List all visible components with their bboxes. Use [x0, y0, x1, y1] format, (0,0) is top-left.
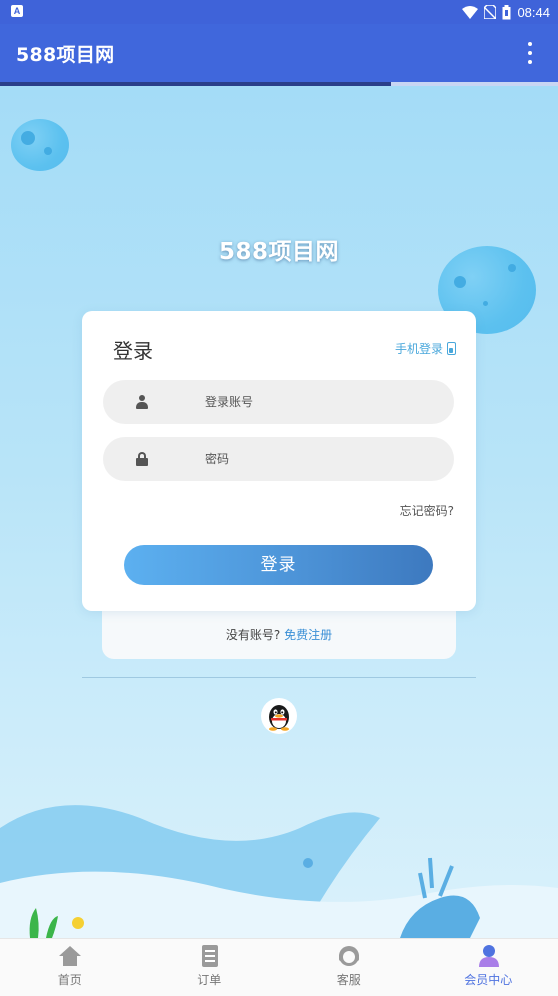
user-icon: [136, 395, 148, 409]
account-placeholder: 登录账号: [205, 395, 254, 409]
password-placeholder: 密码: [205, 452, 230, 466]
nav-home-label: 首页: [57, 973, 82, 987]
forgot-password-link[interactable]: 忘记密码?: [400, 502, 454, 519]
battery-icon: [502, 4, 511, 19]
bottom-nav: 首页 订单 客服 会员中心: [0, 938, 558, 996]
status-bar: A 08:44: [0, 0, 558, 24]
account-input[interactable]: 登录账号: [103, 380, 454, 424]
customer-service-icon: [339, 946, 359, 966]
no-sim-icon: [484, 5, 497, 19]
login-button[interactable]: 登录: [124, 545, 433, 585]
nav-customer-service[interactable]: 客服: [279, 939, 419, 996]
login-page: 588项目网 没有账号? 免费注册 登录 手机登录 登录账号 密码 忘记密码? …: [0, 86, 558, 938]
nav-member-center-label: 会员中心: [464, 973, 513, 987]
app-bar: 588项目网: [0, 24, 558, 82]
brand-title: 588项目网: [218, 239, 339, 265]
wifi-icon: [462, 5, 479, 19]
register-prompt: 没有账号?: [225, 628, 281, 642]
nav-orders-label: 订单: [197, 973, 222, 987]
free-register-link[interactable]: 免费注册: [284, 628, 332, 642]
phone-login-label: 手机登录: [394, 342, 443, 356]
order-icon: [201, 945, 218, 967]
nav-orders[interactable]: 订单: [140, 939, 280, 996]
lock-icon: [136, 452, 148, 466]
divider: [82, 677, 476, 678]
login-card: 登录 手机登录 登录账号 密码 忘记密码? 登录: [82, 311, 476, 611]
qq-login-icon[interactable]: [261, 698, 297, 734]
member-icon: [478, 945, 499, 967]
nav-customer-service-label: 客服: [336, 973, 361, 987]
app-title: 588项目网: [16, 44, 115, 66]
login-title: 登录: [113, 339, 153, 363]
overflow-menu-icon[interactable]: [520, 42, 540, 64]
notification-icon: A: [11, 5, 23, 17]
password-input[interactable]: 密码: [103, 437, 454, 481]
phone-icon: [447, 342, 456, 355]
wave-illustration: [0, 805, 558, 938]
nav-member-center[interactable]: 会员中心: [419, 939, 558, 996]
status-icons: 08:44: [462, 2, 550, 22]
phone-login-link[interactable]: 手机登录: [395, 340, 456, 357]
clock: 08:44: [517, 4, 550, 20]
home-icon: [59, 946, 81, 966]
nav-home[interactable]: 首页: [0, 939, 140, 996]
decorative-bubble: [11, 119, 69, 171]
register-row: 没有账号? 免费注册: [0, 626, 558, 643]
